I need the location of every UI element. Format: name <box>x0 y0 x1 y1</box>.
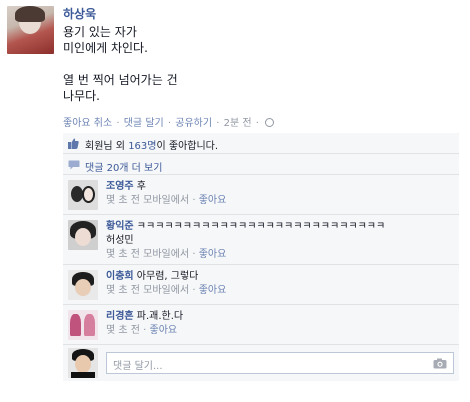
separator: · <box>252 118 263 129</box>
comment-meta: 몇 초 전 모바일에서 · 좋아요 <box>106 195 227 206</box>
comment-text: ㅋㅋㅋㅋㅋㅋㅋㅋㅋㅋㅋㅋㅋㅋㅋㅋㅋㅋㅋㅋㅋㅋㅋㅋㅋㅋㅋ <box>136 221 386 232</box>
commenter-name[interactable]: 황익준 <box>106 221 134 232</box>
comment-text-line2: 허성민 <box>106 235 134 246</box>
thumbs-up-icon <box>68 138 79 149</box>
comment-time[interactable]: 몇 초 전 모바일에서 <box>106 285 189 296</box>
view-more-label[interactable]: 댓글 20개 더 보기 <box>85 163 162 174</box>
comment-item: 리경흔 파.괘.한.다 몇 초 전 · 좋아요 <box>63 305 459 345</box>
commenter-avatar[interactable] <box>68 270 98 300</box>
post-timestamp[interactable]: 2분 전 <box>224 118 252 129</box>
commenter-name[interactable]: 이충희 <box>106 271 134 282</box>
globe-icon[interactable] <box>265 118 275 127</box>
comment-item: 조영주 후 몇 초 전 모바일에서 · 좋아요 <box>63 175 459 215</box>
comment-body: 리경흔 파.괘.한.다 몇 초 전 · 좋아요 <box>106 310 451 338</box>
comment-body: 조영주 후 몇 초 전 모바일에서 · 좋아요 <box>106 180 451 208</box>
comment-time[interactable]: 몇 초 전 <box>106 325 140 336</box>
separator: · <box>164 118 175 129</box>
post-actions: 좋아요 취소 · 댓글 달기 · 공유하기 · 2분 전 · <box>63 114 275 129</box>
comment-input[interactable]: 댓글 달기... <box>106 352 454 374</box>
separator: · <box>113 118 123 129</box>
share-link[interactable]: 공유하기 <box>175 118 212 129</box>
comment-like-link[interactable]: 좋아요 <box>199 249 227 260</box>
comment-item: 황익준 ㅋㅋㅋㅋㅋㅋㅋㅋㅋㅋㅋㅋㅋㅋㅋㅋㅋㅋㅋㅋㅋㅋㅋㅋㅋㅋㅋ 허성민 몇 초 … <box>63 215 459 265</box>
comment-bubble-icon <box>68 160 80 170</box>
comment-composer: 댓글 달기... <box>63 345 459 381</box>
commenter-name[interactable]: 조영주 <box>106 181 134 192</box>
unlike-link[interactable]: 좋아요 취소 <box>63 118 112 129</box>
feed-post: 하상욱 용기 있는 자가 미인에게 차인다. 열 번 찍어 넘어가는 건 나무다… <box>0 0 470 402</box>
view-more-comments[interactable]: 댓글 20개 더 보기 <box>63 154 459 175</box>
comment-text: 후 <box>136 181 146 192</box>
author-name[interactable]: 하상욱 <box>63 5 96 22</box>
comment-input-placeholder: 댓글 달기... <box>113 361 163 372</box>
comment-link[interactable]: 댓글 달기 <box>124 118 164 129</box>
comment-like-link[interactable]: 좋아요 <box>150 325 178 336</box>
feedback-box: 회원님 외 163명이 좋아합니다. 댓글 20개 더 보기 조영주 후 몇 초… <box>63 133 459 381</box>
post-text: 용기 있는 자가 미인에게 차인다. 열 번 찍어 넘어가는 건 나무다. <box>63 25 178 103</box>
camera-icon[interactable] <box>433 358 447 369</box>
commenter-avatar[interactable] <box>68 310 98 340</box>
comment-body: 이충희 아무렴, 그렇다 몇 초 전 모바일에서 · 좋아요 <box>106 270 451 298</box>
likes-suffix: 이 좋아합니다. <box>156 141 219 152</box>
comment-meta: 몇 초 전 · 좋아요 <box>106 325 178 336</box>
commenter-avatar[interactable] <box>68 180 98 210</box>
comment-meta: 몇 초 전 모바일에서 · 좋아요 <box>106 249 227 260</box>
author-avatar[interactable] <box>7 6 54 54</box>
likes-count-link[interactable]: 163명 <box>128 141 156 152</box>
commenter-name[interactable]: 리경흔 <box>106 311 134 322</box>
separator: · <box>213 118 223 129</box>
comment-text: 파.괘.한.다 <box>136 311 184 322</box>
comment-like-link[interactable]: 좋아요 <box>199 195 227 206</box>
comment-like-link[interactable]: 좋아요 <box>199 285 227 296</box>
likes-summary: 회원님 외 163명이 좋아합니다. <box>63 133 459 154</box>
likes-others-word: 외 <box>115 141 125 152</box>
commenter-avatar[interactable] <box>68 220 98 250</box>
comment-time[interactable]: 몇 초 전 모바일에서 <box>106 195 189 206</box>
likes-you: 회원님 <box>85 141 113 152</box>
comment-text: 아무렴, 그렇다 <box>136 271 199 282</box>
comment-body: 황익준 ㅋㅋㅋㅋㅋㅋㅋㅋㅋㅋㅋㅋㅋㅋㅋㅋㅋㅋㅋㅋㅋㅋㅋㅋㅋㅋㅋ 허성민 몇 초 … <box>106 220 451 262</box>
my-avatar <box>68 348 98 378</box>
comment-time[interactable]: 몇 초 전 모바일에서 <box>106 249 189 260</box>
comment-item: 이충희 아무렴, 그렇다 몇 초 전 모바일에서 · 좋아요 <box>63 265 459 305</box>
comment-meta: 몇 초 전 모바일에서 · 좋아요 <box>106 285 227 296</box>
